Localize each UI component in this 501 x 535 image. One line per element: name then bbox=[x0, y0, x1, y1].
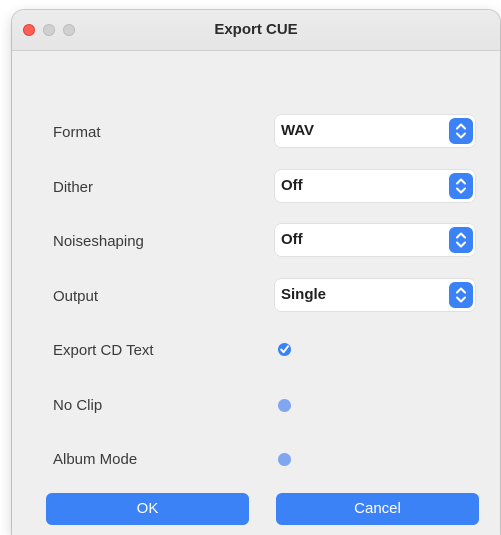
album-mode-toggle[interactable] bbox=[278, 453, 291, 466]
export-cue-dialog: Export CUE Format WAV Dither Off Noisesh… bbox=[12, 10, 500, 535]
dither-label: Dither bbox=[53, 179, 94, 196]
chevron-up-down-icon[interactable] bbox=[449, 173, 473, 199]
noiseshaping-value: Off bbox=[281, 231, 303, 248]
dither-select[interactable]: Off bbox=[275, 170, 475, 202]
window-title: Export CUE bbox=[214, 21, 298, 38]
noiseshaping-select[interactable]: Off bbox=[275, 224, 475, 256]
export-cd-text-checkbox[interactable] bbox=[277, 342, 292, 357]
output-select[interactable]: Single bbox=[275, 279, 475, 311]
chevron-up-down-icon[interactable] bbox=[449, 282, 473, 308]
output-label: Output bbox=[53, 288, 99, 305]
no-clip-toggle[interactable] bbox=[278, 399, 291, 412]
album-mode-label: Album Mode bbox=[53, 451, 138, 468]
cancel-button[interactable]: Cancel bbox=[276, 493, 479, 525]
format-select[interactable]: WAV bbox=[275, 115, 475, 147]
checkmark-icon bbox=[278, 343, 291, 356]
output-value: Single bbox=[281, 286, 327, 303]
chevron-up-down-icon[interactable] bbox=[449, 227, 473, 253]
export-cd-text-label: Export CD Text bbox=[53, 342, 154, 359]
title-bar: Export CUE bbox=[12, 10, 500, 51]
format-value: WAV bbox=[281, 122, 315, 139]
dither-value: Off bbox=[281, 177, 303, 194]
no-clip-label: No Clip bbox=[53, 397, 103, 414]
noiseshaping-label: Noiseshaping bbox=[53, 233, 144, 250]
ok-button[interactable]: OK bbox=[46, 493, 249, 525]
chevron-up-down-icon[interactable] bbox=[449, 118, 473, 144]
format-label: Format bbox=[53, 124, 101, 141]
